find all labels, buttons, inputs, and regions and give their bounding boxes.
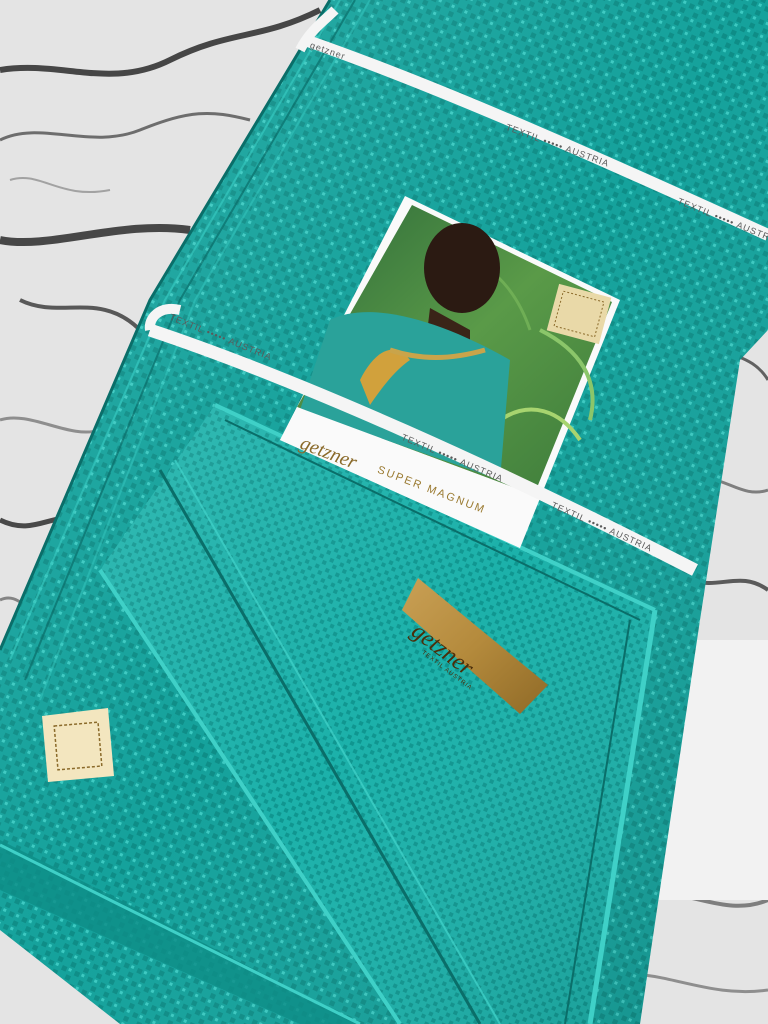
qr-tag: [42, 708, 114, 782]
fabric-photo: [0, 0, 768, 1024]
